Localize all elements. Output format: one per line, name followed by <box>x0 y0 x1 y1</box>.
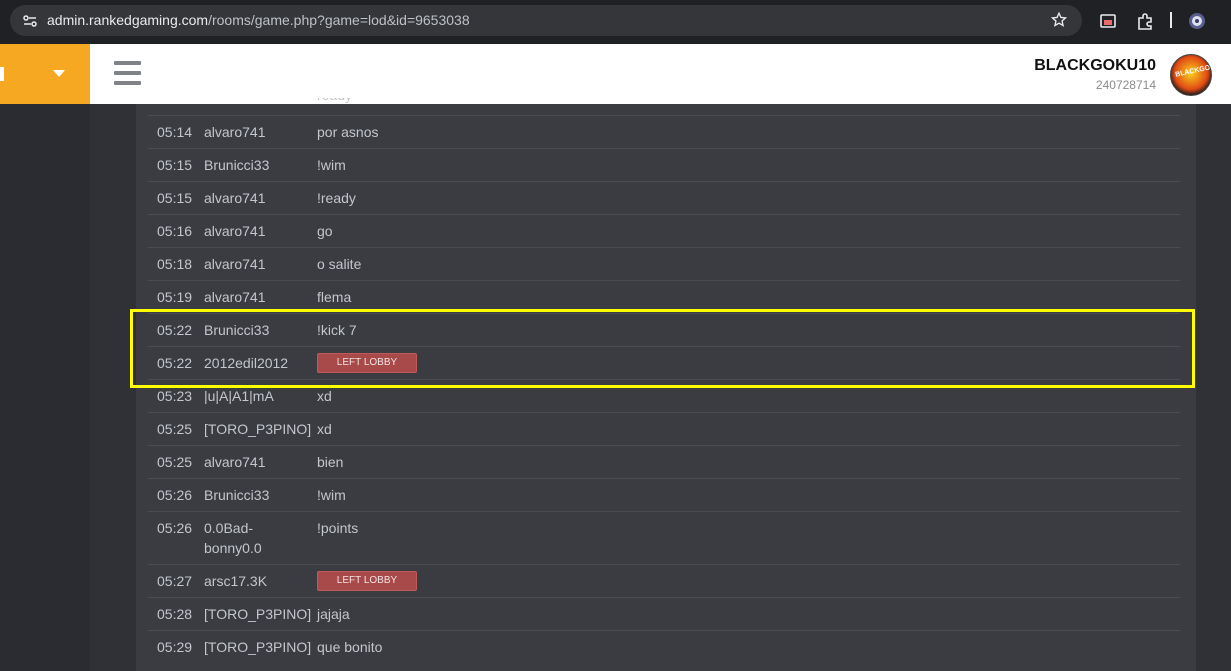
message-text: !wim <box>317 487 346 503</box>
player-name: alvaro741 <box>204 256 266 272</box>
player-name: Brunicci33 <box>204 157 270 173</box>
timestamp: 05:19 <box>157 289 193 305</box>
table-row: 05:28 [TORO_P3PINO] jajaja <box>148 597 1180 630</box>
sidebar-marker <box>0 67 4 81</box>
table-row: 05:25 alvaro741 bien <box>148 445 1180 478</box>
table-row: 05:26 0.0Bad-bonny0.0 !points <box>148 511 1180 564</box>
message-text: go <box>317 223 333 239</box>
table-row: 05:29 [TORO_P3PINO] que bonito <box>148 630 1180 663</box>
timestamp: 05:26 <box>157 520 193 536</box>
bookmark-star-icon[interactable] <box>1050 11 1068 29</box>
timestamp: 05:25 <box>157 454 193 470</box>
profile-icon[interactable] <box>1187 11 1207 31</box>
address-bar[interactable]: admin.rankedgaming.com/rooms/game.php?ga… <box>10 5 1082 36</box>
message-text: que bonito <box>317 639 383 655</box>
url-host: admin.rankedgaming.com <box>47 12 209 28</box>
timestamp: 05:29 <box>157 639 193 655</box>
timestamp: 05:15 <box>157 190 193 206</box>
player-name: alvaro741 <box>204 190 266 206</box>
timestamp: 05:26 <box>157 487 193 503</box>
message-text: !ready <box>317 190 356 206</box>
table-row: ready <box>148 98 1180 115</box>
timestamp: 05:18 <box>157 256 193 272</box>
sidebar <box>0 44 90 671</box>
timestamp: 05:28 <box>157 606 193 622</box>
extensions-icon[interactable] <box>1135 11 1155 31</box>
site-settings-icon[interactable] <box>22 13 38 29</box>
highlight-box <box>130 309 1195 388</box>
url-path: /rooms/game.php?game=lod&id=9653038 <box>208 12 470 28</box>
user-id: 240728714 <box>1095 78 1156 92</box>
player-name: |u|A|A1|mA <box>204 388 274 404</box>
table-row: 05:18 alvaro741 o salite <box>148 247 1180 280</box>
player-name: arsc17.3K <box>204 573 268 589</box>
table-row: 05:16 alvaro741 go <box>148 214 1180 247</box>
player-name: [TORO_P3PINO] <box>204 639 312 655</box>
url-text[interactable]: admin.rankedgaming.com/rooms/game.php?ga… <box>47 12 470 28</box>
cast-icon[interactable] <box>1098 11 1118 31</box>
message-text: bien <box>317 454 344 470</box>
player-name: alvaro741 <box>204 454 266 470</box>
timestamp: 05:23 <box>157 388 193 404</box>
timestamp: 05:15 <box>157 157 193 173</box>
timestamp: 05:14 <box>157 124 193 140</box>
app-header: BLACKGOKU10 240728714 BLACKGOKU <box>90 44 1231 104</box>
timestamp: 05:16 <box>157 223 193 239</box>
avatar-label: BLACKGOKU <box>1174 62 1212 79</box>
timestamp: 05:25 <box>157 421 193 437</box>
chevron-down-icon <box>53 70 65 77</box>
table-row: 05:15 alvaro741 !ready <box>148 181 1180 214</box>
table-row: 05:27 arsc17.3K LEFT LOBBY <box>148 564 1180 597</box>
avatar[interactable]: BLACKGOKU <box>1170 54 1212 96</box>
message-text: xd <box>317 421 332 437</box>
table-row: 05:14 alvaro741 por asnos <box>148 115 1180 148</box>
player-name: alvaro741 <box>204 124 266 140</box>
table-row: 05:26 Brunicci33 !wim <box>148 478 1180 511</box>
message-text: por asnos <box>317 124 379 140</box>
timestamp: 05:27 <box>157 573 193 589</box>
message-text: xd <box>317 388 332 404</box>
message-text: flema <box>317 289 352 305</box>
message-text: ready <box>317 98 352 103</box>
player-name: alvaro741 <box>204 289 266 305</box>
sidebar-dropdown[interactable] <box>0 44 90 104</box>
player-name: [TORO_P3PINO] <box>204 421 312 437</box>
menu-icon[interactable] <box>114 61 141 85</box>
message-text: !points <box>317 520 359 536</box>
left-lobby-badge: LEFT LOBBY <box>317 571 417 591</box>
table-row: 05:25 [TORO_P3PINO] xd <box>148 412 1180 445</box>
player-name: alvaro741 <box>204 223 266 239</box>
player-name: Brunicci33 <box>204 487 270 503</box>
message-text: o salite <box>317 256 362 272</box>
toolbar-divider <box>1170 12 1172 28</box>
player-name: 0.0Bad-bonny0.0 <box>204 520 262 556</box>
table-row: 05:15 Brunicci33 !wim <box>148 148 1180 181</box>
message-text: jajaja <box>317 606 350 622</box>
message-text: !wim <box>317 157 346 173</box>
player-name: [TORO_P3PINO] <box>204 606 312 622</box>
browser-toolbar: admin.rankedgaming.com/rooms/game.php?ga… <box>0 0 1231 44</box>
username[interactable]: BLACKGOKU10 <box>1034 57 1156 75</box>
